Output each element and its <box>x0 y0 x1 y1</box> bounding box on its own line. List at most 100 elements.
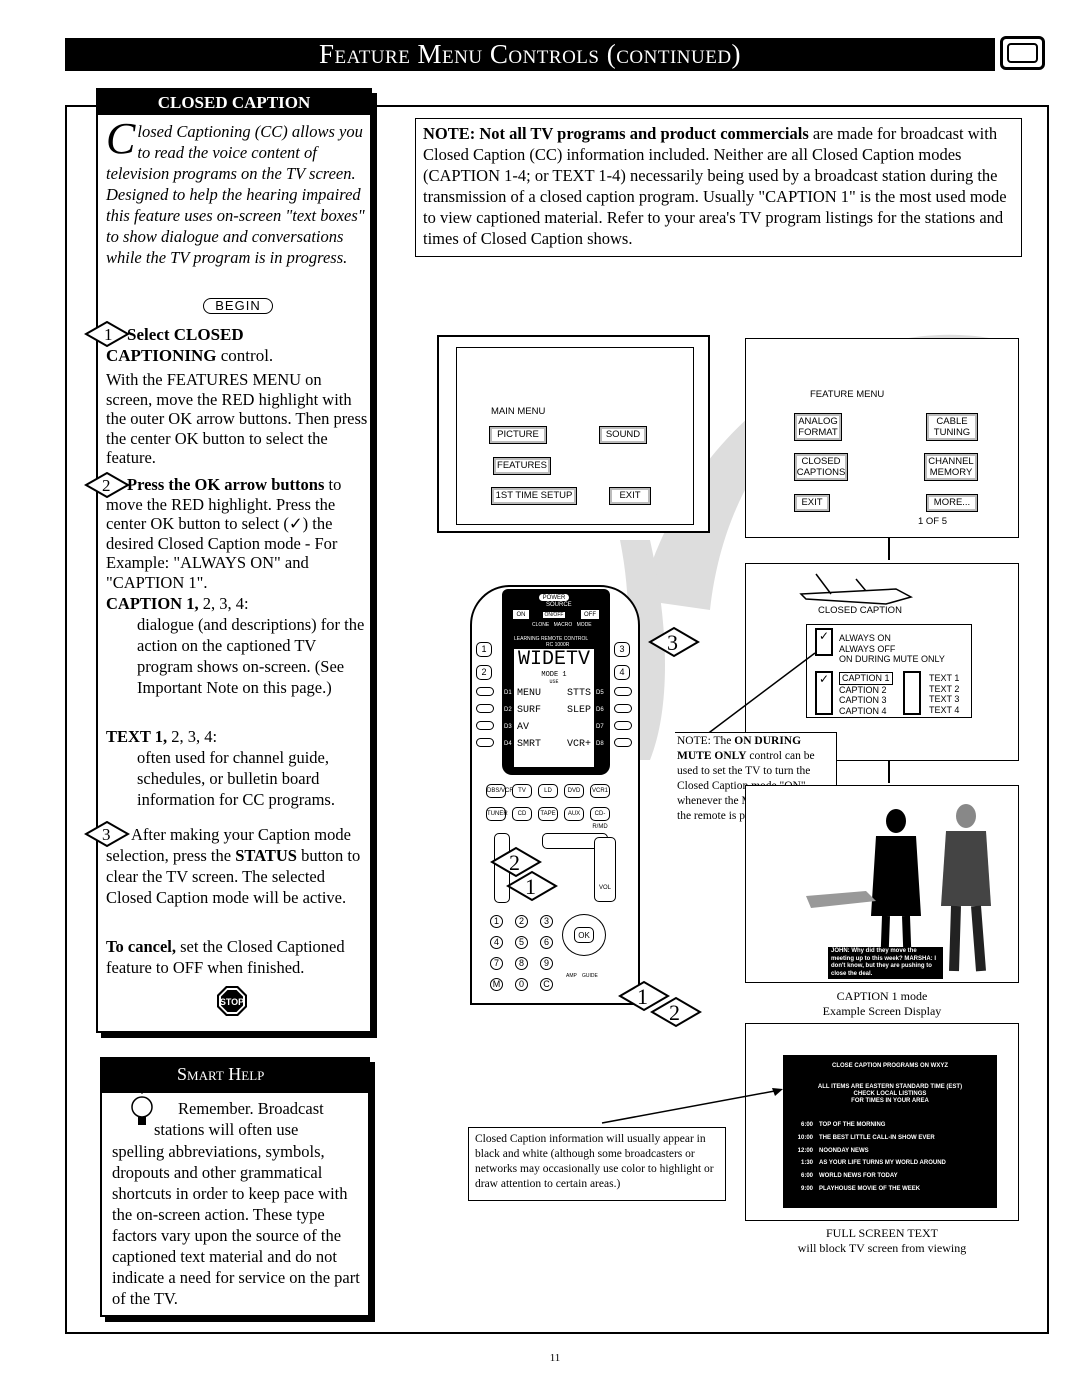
mode-mute-only[interactable]: ON DURING MUTE ONLY <box>839 654 945 665</box>
menu-sound[interactable]: SOUND <box>599 426 647 444</box>
listing-show: THE BEST LITTLE CALL-IN SHOW EVER <box>819 1134 935 1141</box>
step-3-b: STATUS <box>235 846 297 865</box>
listing-time: 1:30 <box>800 1160 813 1167</box>
listing-show: PLAYHOUSE MOVIE OF THE WEEK <box>819 1185 921 1192</box>
menu-picture[interactable]: PICTURE <box>489 426 547 444</box>
cancel-text: To cancel, set the Closed Captioned feat… <box>106 936 368 978</box>
example-label-1: CAPTION 1 mode <box>836 989 928 1003</box>
source-label: SOURCE <box>546 602 572 608</box>
mode-options: ALWAYS ON ALWAYS OFF ON DURING MUTE ONLY <box>839 633 945 665</box>
step-1-body: With the FEATURES MENU on screen, move t… <box>106 370 368 467</box>
main-menu-screen: MAIN MENU PICTURE SOUND FEATURES 1ST TIM… <box>456 347 694 525</box>
menu-cable-tuning[interactable]: CABLE TUNING <box>926 413 978 441</box>
caption-options: CAPTION 1 CAPTION 2 CAPTION 3 CAPTION 4 <box>839 672 893 716</box>
page-title: Feature Menu Controls (continued) <box>65 38 995 71</box>
caption-example-screen: JOHN: Why did they move the meeting up t… <box>745 785 1019 983</box>
step-2-title: Press the OK arrow buttons <box>127 475 325 494</box>
option-caption-1[interactable]: CAPTION 1 <box>839 672 893 685</box>
power-off-button[interactable]: OFF <box>580 609 600 620</box>
listing-row: 9:00 PLAYHOUSE MOVIE OF THE WEEK <box>783 1183 997 1196</box>
step-1-title-b: CAPTIONING <box>106 346 217 365</box>
listing-row: 12:00 NOONDAY NEWS <box>783 1145 997 1158</box>
caption-rest: 2, 3, 4: <box>198 594 249 613</box>
page-number: 11 <box>549 1352 561 1364</box>
drop-cap: C <box>106 114 136 163</box>
smart-help-heading: Smart Help <box>102 1059 368 1093</box>
info-line: ALL ITEMS ARE EASTERN STANDARD TIME (EST… <box>817 1084 963 1090</box>
menu-features[interactable]: FEATURES <box>493 457 551 475</box>
stop-sign-icon: STOP <box>216 985 248 1017</box>
option-caption-3[interactable]: CAPTION 3 <box>839 695 893 706</box>
step-number-badge: 3 <box>83 820 131 848</box>
listing-show: WORLD NEWS FOR TODAY <box>819 1173 898 1180</box>
text-checkbox <box>903 671 921 715</box>
caption-modes-desc: CAPTION 1, 2, 3, 4: dialogue (and descri… <box>106 593 368 698</box>
menu-closed-captions[interactable]: CLOSED CAPTIONS <box>794 453 848 481</box>
pointer-arrow <box>601 1088 783 1124</box>
text-desc: often used for channel guide, schedules,… <box>137 748 335 809</box>
svg-text:STOP: STOP <box>220 997 244 1007</box>
menu-more[interactable]: MORE... <box>926 494 978 512</box>
step-number-badge: 1 <box>83 320 131 348</box>
svg-text:3: 3 <box>667 630 678 655</box>
closed-caption-panel: CLOSED CAPTION Closed Captioning (CC) al… <box>83 88 372 1033</box>
intro-body: losed Captioning (CC) allows you to read… <box>106 122 365 267</box>
text-modes-desc: TEXT 1, 2, 3, 4: often used for channel … <box>106 726 368 810</box>
option-caption-2[interactable]: CAPTION 2 <box>839 685 893 696</box>
svg-text:2: 2 <box>102 476 111 495</box>
step-1: 1 Select CLOSED CAPTIONING control. With… <box>83 320 368 468</box>
step-3: 3 After making your Caption mode selecti… <box>83 820 368 908</box>
cc-menu-title: CLOSED CAPTION <box>818 605 902 616</box>
full-screen-label: FULL SCREEN TEXT will block TV screen fro… <box>745 1226 1019 1256</box>
svg-text:3: 3 <box>102 825 111 844</box>
callout-badges: 32112 <box>490 626 702 1028</box>
option-text-2[interactable]: TEXT 2 <box>929 684 959 695</box>
info-line: FOR TIMES IN YOUR AREA <box>851 1098 929 1104</box>
arrow-down <box>888 538 890 560</box>
step-2: 2 Press the OK arrow buttons to move the… <box>83 471 368 592</box>
option-text-1[interactable]: TEXT 1 <box>929 673 959 684</box>
listing-show: AS YOUR LIFE TURNS MY WORLD AROUND <box>819 1160 946 1167</box>
source-onoff-button[interactable]: ON/OFF <box>542 611 566 619</box>
listing-time: 12:00 <box>797 1147 813 1154</box>
cc-options-box: ✓ ALWAYS ON ALWAYS OFF ON DURING MUTE ONLY… <box>806 624 972 718</box>
svg-text:2: 2 <box>509 850 520 875</box>
listings: 6:00 TOP OF THE MORNING 10:00 THE BEST LITT… <box>783 1119 997 1196</box>
svg-text:1: 1 <box>104 325 113 344</box>
color-info-box: Closed Caption information will usually … <box>468 1127 726 1201</box>
menu-analog-format[interactable]: ANALOG FORMAT <box>794 413 842 441</box>
menu-channel-memory[interactable]: CHANNEL MEMORY <box>924 453 978 481</box>
listing-row: 1:30 AS YOUR LIFE TURNS MY WORLD AROUND <box>783 1157 997 1170</box>
text-rest: 2, 3, 4: <box>167 727 218 746</box>
option-text-3[interactable]: TEXT 3 <box>929 694 959 705</box>
airplane-icon <box>796 569 916 609</box>
listing-time: 6:00 <box>800 1173 813 1180</box>
option-caption-4[interactable]: CAPTION 4 <box>839 706 893 717</box>
listing-row: 10:00 THE BEST LITTLE CALL-IN SHOW EVER <box>783 1132 997 1145</box>
mode-always-off[interactable]: ALWAYS OFF <box>839 644 945 655</box>
feature-menu-title: FEATURE MENU <box>810 389 885 400</box>
menu-exit[interactable]: EXIT <box>609 487 651 505</box>
caption-text-overlay: JOHN: Why did they move the meeting up t… <box>828 947 943 979</box>
listing-row: 6:00 TOP OF THE MORNING <box>783 1119 997 1132</box>
listing-time: 6:00 <box>800 1122 813 1128</box>
step-1-title-c: control. <box>216 346 274 365</box>
mode-always-on[interactable]: ALWAYS ON <box>839 633 945 644</box>
menu-exit[interactable]: EXIT <box>794 494 830 512</box>
main-menu-tv: MAIN MENU PICTURE SOUND FEATURES 1ST TIM… <box>437 335 710 533</box>
feature-menu-screen: FEATURE MENU ANALOG FORMAT CABLE TUNING … <box>745 338 1019 538</box>
svg-text:1: 1 <box>525 874 536 899</box>
menu-first-time-setup[interactable]: 1ST TIME SETUP <box>491 487 577 505</box>
text-label: TEXT 1, <box>106 727 168 746</box>
step-number-badge: 2 <box>83 471 131 499</box>
caption-desc: dialogue (and descriptions) for the acti… <box>137 615 365 697</box>
info-line: CHECK LOCAL LISTINGS <box>853 1091 927 1097</box>
listing-info: ALL ITEMS ARE EASTERN STANDARD TIME (EST… <box>783 1084 997 1105</box>
caption-label: CAPTION 1, <box>106 594 199 613</box>
smart-help-line2: stations will often use <box>154 1120 299 1139</box>
listing-show: TOP OF THE MORNING <box>819 1122 886 1128</box>
option-text-4[interactable]: TEXT 4 <box>929 705 959 716</box>
example-label-2: Example Screen Display <box>822 1004 942 1018</box>
power-on-button[interactable]: ON <box>512 609 530 620</box>
smart-help-panel: Smart Help Remember. Broadcast stations … <box>100 1057 370 1317</box>
